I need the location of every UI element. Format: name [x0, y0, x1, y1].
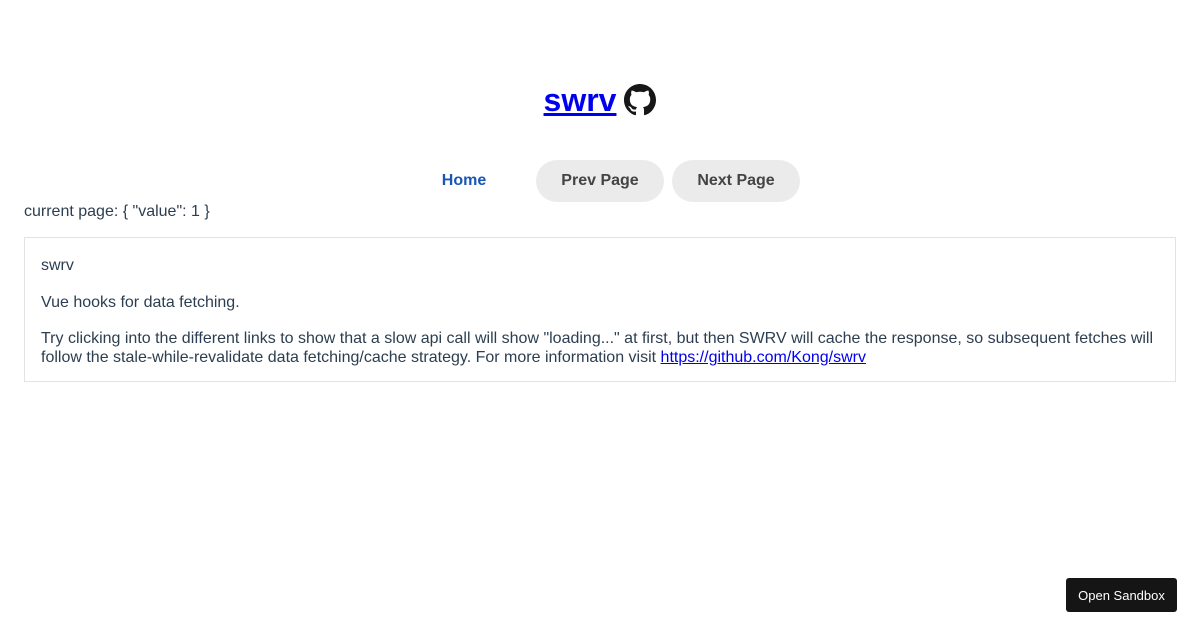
card-description: Vue hooks for data fetching. — [41, 294, 240, 311]
page-nav: Home Prev Page Next Page — [0, 160, 1200, 202]
header: swrv — [0, 80, 1200, 120]
page: swrv Home Prev Page Next Page current pa… — [0, 0, 1200, 630]
current-page-text: current page: { "value": 1 } — [24, 203, 210, 220]
card-title: swrv — [41, 257, 74, 274]
site-title-link[interactable]: swrv — [544, 80, 617, 120]
github-icon[interactable] — [624, 84, 657, 116]
repo-link[interactable]: https://github.com/Kong/swrv — [661, 349, 866, 366]
next-page-button[interactable]: Next Page — [672, 160, 800, 202]
card-body-text: Try clicking into the different links to… — [41, 330, 1154, 366]
prev-page-button[interactable]: Prev Page — [536, 160, 664, 202]
open-sandbox-button[interactable]: Open Sandbox — [1066, 578, 1177, 612]
card-body: Try clicking into the different links to… — [41, 329, 1159, 367]
home-link[interactable]: Home — [400, 160, 528, 202]
repo-card: swrv Vue hooks for data fetching. Try cl… — [24, 237, 1176, 382]
